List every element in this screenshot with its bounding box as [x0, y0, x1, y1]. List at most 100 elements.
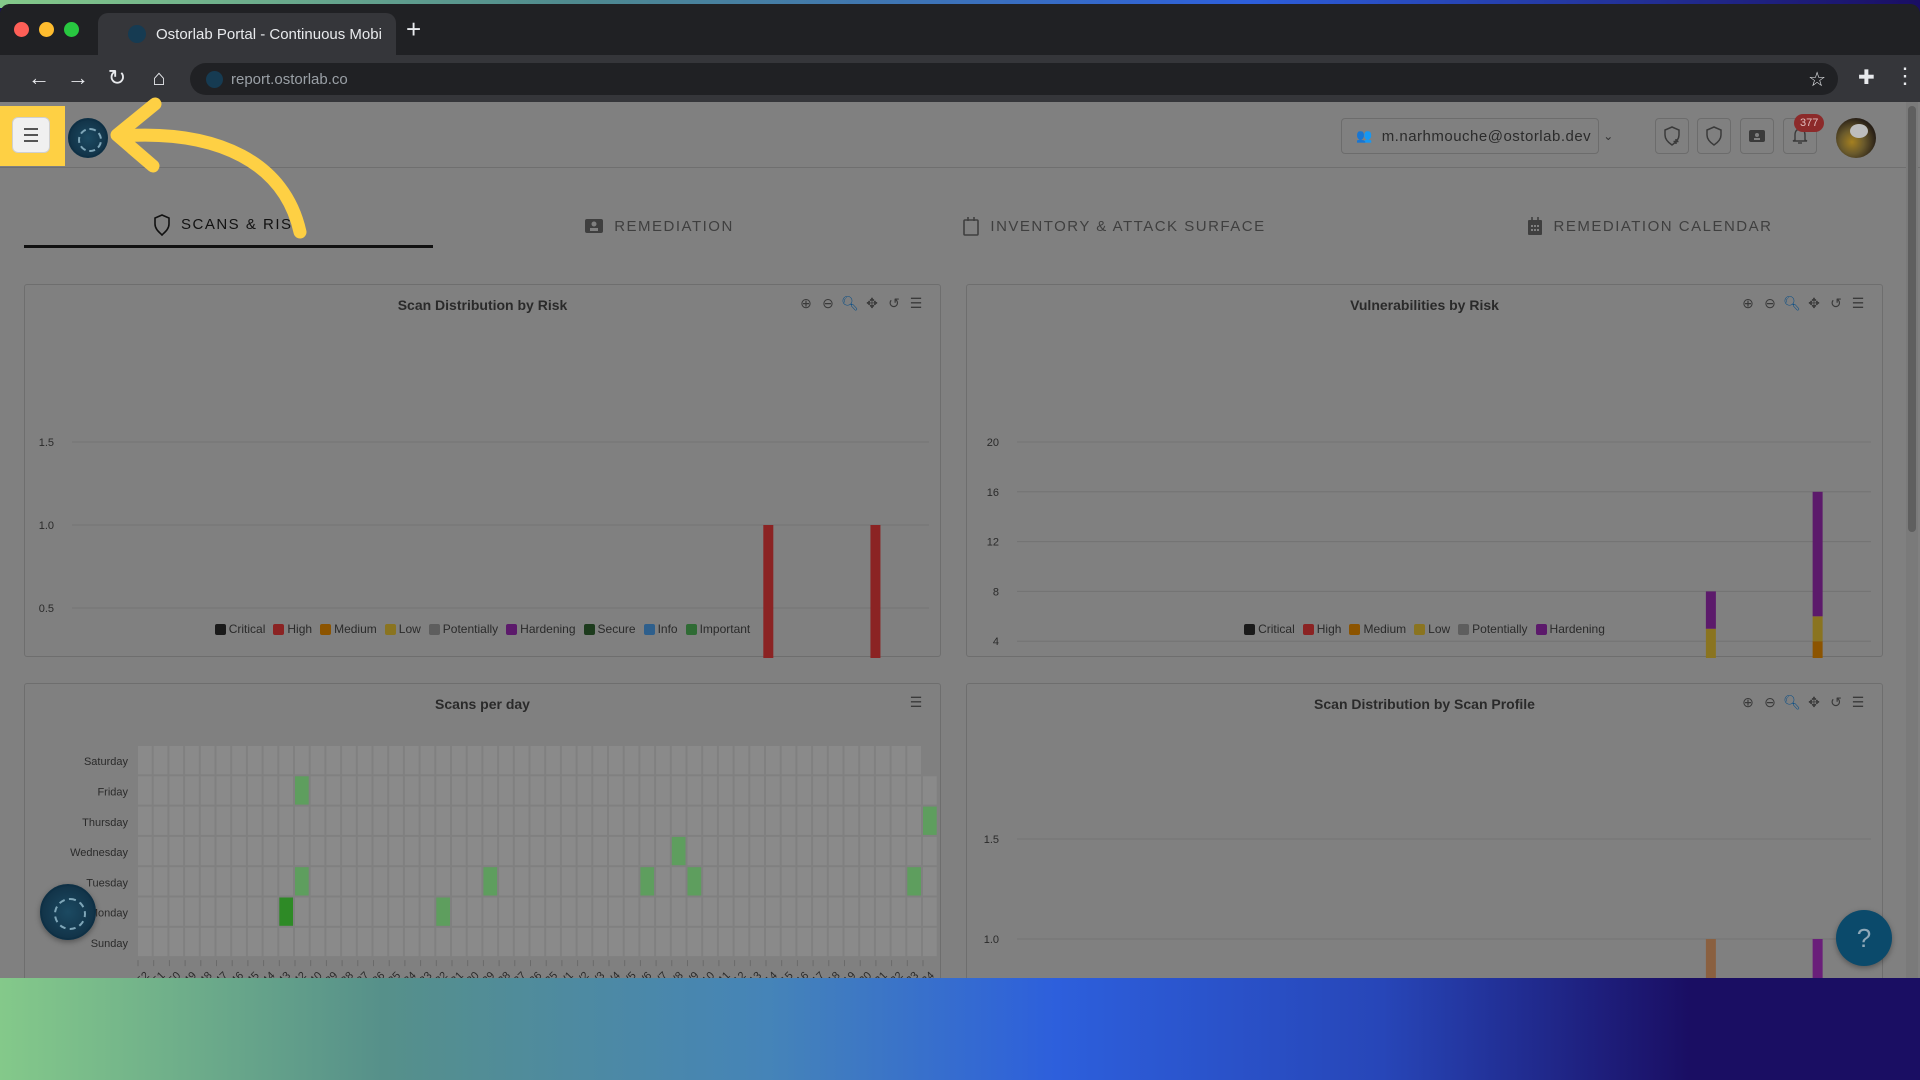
heatmap-cell[interactable] — [766, 836, 780, 866]
heatmap-cell[interactable] — [263, 776, 278, 805]
heatmap-cell[interactable] — [891, 776, 906, 805]
heatmap-cell[interactable] — [875, 867, 890, 896]
heatmap-cell[interactable] — [216, 776, 231, 805]
heatmap-cell[interactable] — [514, 776, 529, 805]
heatmap-cell[interactable] — [860, 776, 874, 805]
heatmap-cell[interactable] — [342, 927, 356, 957]
heatmap-cell[interactable] — [656, 867, 670, 896]
heatmap-cell[interactable] — [389, 867, 403, 896]
heatmap-cell[interactable] — [499, 776, 513, 805]
heatmap-cell[interactable] — [546, 776, 560, 805]
heatmap-cell[interactable] — [734, 927, 749, 957]
heatmap-cell[interactable] — [185, 927, 199, 957]
heatmap-cell[interactable] — [577, 897, 592, 926]
heatmap-cell[interactable] — [389, 836, 403, 866]
heatmap-cell[interactable] — [828, 806, 843, 835]
forward-arrow-icon[interactable]: → — [65, 65, 91, 91]
heatmap-cell[interactable] — [295, 746, 309, 775]
heatmap-cell[interactable] — [797, 867, 812, 896]
heatmap-cell[interactable] — [593, 897, 607, 926]
heatmap-cell[interactable] — [483, 867, 498, 896]
heatmap-cell[interactable] — [216, 897, 231, 926]
legend-item-high[interactable]: High — [1302, 622, 1341, 636]
heatmap-cell[interactable] — [875, 746, 890, 775]
heatmap-cell[interactable] — [718, 927, 733, 957]
heatmap-cell[interactable] — [891, 897, 906, 926]
legend-item-secure[interactable]: Secure — [583, 622, 636, 636]
heatmap-cell[interactable] — [766, 927, 780, 957]
heatmap-cell[interactable] — [875, 806, 890, 835]
heatmap-cell[interactable] — [404, 867, 419, 896]
heatmap-cell[interactable] — [185, 776, 199, 805]
heatmap-cell[interactable] — [530, 776, 545, 805]
heatmap-cell[interactable] — [216, 927, 231, 957]
heatmap-cell[interactable] — [577, 836, 592, 866]
heatmap-cell[interactable] — [436, 927, 450, 957]
heatmap-cell[interactable] — [718, 867, 733, 896]
heatmap-cell[interactable] — [357, 897, 372, 926]
heatmap-cell[interactable] — [907, 836, 921, 866]
heatmap-cell[interactable] — [546, 897, 560, 926]
heatmap-cell[interactable] — [232, 776, 246, 805]
page-scrollbar[interactable] — [1906, 102, 1918, 978]
heatmap-cell[interactable] — [734, 776, 749, 805]
heatmap-cell[interactable] — [546, 806, 560, 835]
heatmap-cell[interactable] — [467, 897, 482, 926]
heatmap-cell[interactable] — [452, 836, 466, 866]
heatmap-cell[interactable] — [703, 836, 717, 866]
heatmap-cell[interactable] — [750, 746, 764, 775]
heatmap-cell[interactable] — [577, 776, 592, 805]
heatmap-cell[interactable] — [561, 897, 576, 926]
heatmap-cell[interactable] — [561, 927, 576, 957]
heatmap-cell[interactable] — [452, 867, 466, 896]
heatmap-cell[interactable] — [577, 806, 592, 835]
heatmap-cell[interactable] — [153, 776, 168, 805]
heatmap-cell[interactable] — [514, 836, 529, 866]
heatmap-cell[interactable] — [373, 836, 388, 866]
legend-item-low[interactable]: Low — [1414, 622, 1450, 636]
heatmap-cell[interactable] — [561, 867, 576, 896]
heatmap-cell[interactable] — [609, 746, 623, 775]
bar-high[interactable] — [763, 525, 774, 658]
heatmap-cell[interactable] — [232, 867, 246, 896]
heatmap-cell[interactable] — [138, 836, 152, 866]
heatmap-cell[interactable] — [530, 806, 545, 835]
heatmap-cell[interactable] — [734, 836, 749, 866]
heatmap-cell[interactable] — [200, 867, 215, 896]
heatmap-cell[interactable] — [420, 867, 435, 896]
heatmap-cell[interactable] — [342, 776, 356, 805]
heatmap-cell[interactable] — [687, 776, 702, 805]
heatmap-cell[interactable] — [891, 806, 906, 835]
heatmap-cell[interactable] — [279, 746, 293, 775]
heatmap-cell[interactable] — [295, 927, 309, 957]
heatmap-cell[interactable] — [907, 867, 921, 896]
ostorlab-logo[interactable] — [68, 118, 108, 158]
heatmap-cell[interactable] — [216, 836, 231, 866]
heatmap-cell[interactable] — [546, 867, 560, 896]
heatmap-cell[interactable] — [577, 746, 592, 775]
heatmap-cell[interactable] — [907, 746, 921, 775]
reload-icon[interactable]: ↻ — [104, 65, 130, 91]
heatmap-cell[interactable] — [138, 927, 152, 957]
heatmap-cell[interactable] — [389, 746, 403, 775]
heatmap-cell[interactable] — [404, 836, 419, 866]
heatmap-cell[interactable] — [483, 927, 498, 957]
heatmap-cell[interactable] — [420, 776, 435, 805]
heatmap-cell[interactable] — [310, 776, 325, 805]
heatmap-cell[interactable] — [609, 836, 623, 866]
heatmap-cell[interactable] — [263, 927, 278, 957]
legend-item-critical[interactable]: Critical — [214, 622, 265, 636]
heatmap-cell[interactable] — [310, 927, 325, 957]
heatmap-cell[interactable] — [452, 776, 466, 805]
heatmap-cell[interactable] — [342, 836, 356, 866]
heatmap-cell[interactable] — [200, 746, 215, 775]
heatmap-cell[interactable] — [860, 746, 874, 775]
help-button[interactable]: ? — [1836, 910, 1892, 966]
heatmap-cell[interactable] — [828, 927, 843, 957]
heatmap-cell[interactable] — [389, 776, 403, 805]
heatmap-cell[interactable] — [624, 927, 639, 957]
heatmap-cell[interactable] — [546, 836, 560, 866]
heatmap-cell[interactable] — [671, 776, 686, 805]
heatmap-cell[interactable] — [656, 776, 670, 805]
heatmap-cell[interactable] — [153, 867, 168, 896]
